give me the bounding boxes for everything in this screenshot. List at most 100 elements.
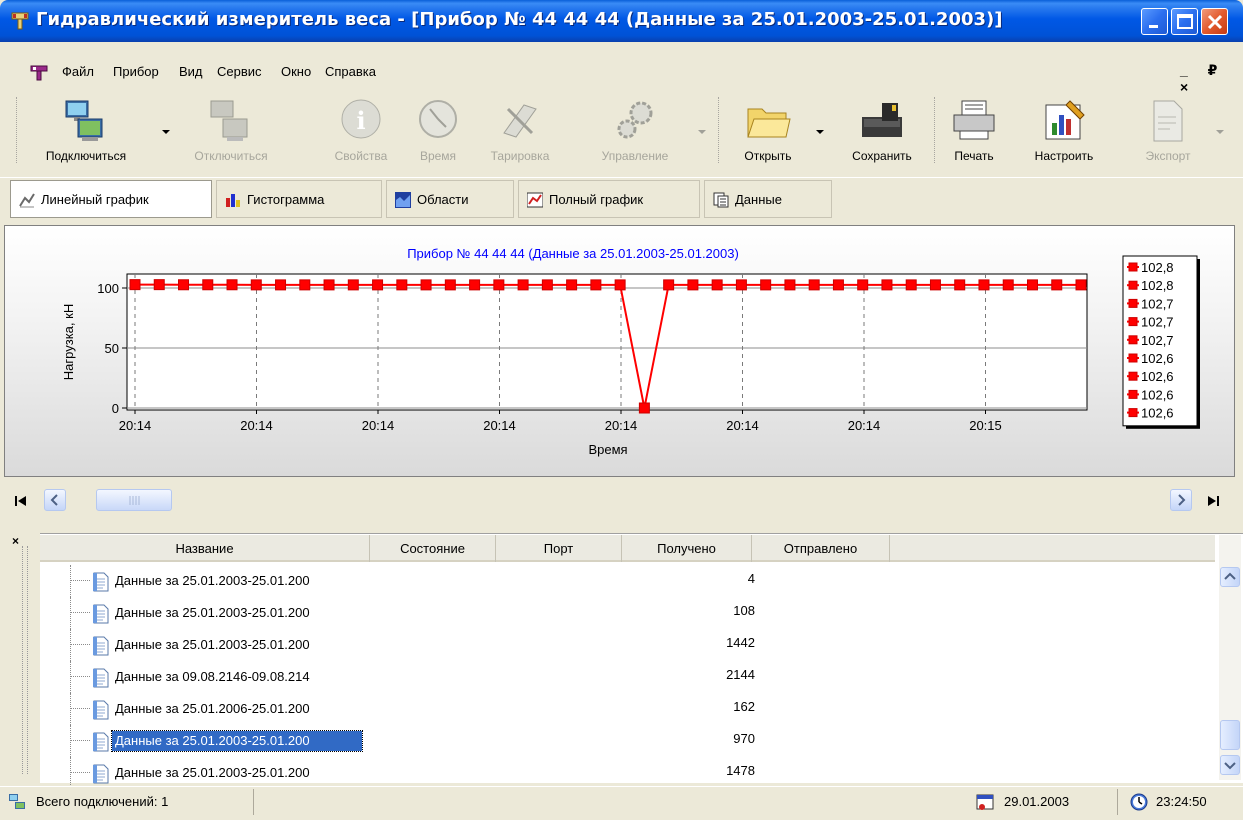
list-row[interactable]: Данные за 25.01.2003-25.01.200 1478 bbox=[40, 757, 1215, 789]
list-dock-grip bbox=[0, 533, 40, 783]
legend-entry: 102,8 bbox=[1141, 278, 1174, 293]
tree-connector bbox=[70, 708, 90, 709]
column-header-name[interactable]: Название bbox=[40, 535, 370, 562]
tab-areas[interactable]: Области bbox=[386, 180, 514, 218]
maximize-button[interactable] bbox=[1171, 8, 1198, 35]
close-button[interactable] bbox=[1201, 8, 1228, 35]
save-button[interactable]: Сохранить bbox=[834, 93, 930, 171]
export-button[interactable]: Экспорт bbox=[1126, 93, 1210, 171]
scroll-down-button[interactable] bbox=[1220, 755, 1240, 775]
scroll-left-button[interactable] bbox=[44, 489, 66, 511]
area-chart-icon bbox=[395, 192, 411, 208]
legend-entry: 102,7 bbox=[1141, 315, 1174, 330]
open-dropdown-arrow[interactable] bbox=[816, 130, 824, 134]
data-point bbox=[396, 279, 408, 291]
menu-device[interactable]: Прибор bbox=[113, 64, 159, 79]
open-button[interactable]: Открыть bbox=[724, 93, 812, 171]
legend-entry: 102,6 bbox=[1141, 369, 1174, 384]
print-button[interactable]: Печать bbox=[940, 93, 1008, 171]
arrow-up-icon bbox=[1224, 572, 1236, 580]
legend-swatch-marker bbox=[1128, 280, 1138, 290]
scroll-thumb[interactable] bbox=[96, 489, 172, 511]
menu-service[interactable]: Сервис bbox=[217, 64, 262, 79]
configure-button[interactable]: Настроить bbox=[1014, 93, 1114, 171]
data-point bbox=[372, 279, 384, 291]
close-pane-icon[interactable]: × bbox=[12, 534, 19, 548]
folder-open-icon bbox=[747, 108, 791, 138]
data-point bbox=[929, 279, 941, 291]
toolbar-separator bbox=[718, 97, 720, 163]
row-name: Данные за 25.01.2003-25.01.200 bbox=[111, 730, 363, 752]
app-icon[interactable] bbox=[10, 11, 30, 31]
data-point bbox=[857, 279, 869, 291]
data-point bbox=[638, 402, 650, 414]
list-row[interactable]: Данные за 25.01.2006-25.01.200 162 bbox=[40, 693, 1215, 725]
list-row[interactable]: Данные за 25.01.2003-25.01.200 970 bbox=[40, 725, 1215, 757]
column-header-received[interactable]: Получено bbox=[622, 535, 752, 562]
menu-view[interactable]: Вид bbox=[179, 64, 203, 79]
drag-handle[interactable] bbox=[22, 546, 28, 774]
connect-dropdown-arrow[interactable] bbox=[162, 130, 170, 134]
tree-connector bbox=[70, 580, 90, 581]
minimize-button[interactable] bbox=[1141, 8, 1168, 35]
menu-window[interactable]: Окно bbox=[281, 64, 311, 79]
tab-full-chart[interactable]: Полный график bbox=[518, 180, 700, 218]
data-point bbox=[1075, 279, 1087, 291]
tab-line-chart[interactable]: Линейный график bbox=[10, 180, 212, 218]
arrow-right-icon bbox=[1178, 494, 1186, 506]
document-app-icon[interactable] bbox=[30, 65, 48, 81]
column-header-state[interactable]: Состояние bbox=[370, 535, 496, 562]
scroll-up-button[interactable] bbox=[1220, 567, 1240, 587]
list-row[interactable]: Данные за 25.01.2003-25.01.200 108 bbox=[40, 597, 1215, 629]
tree-line bbox=[70, 757, 82, 789]
time-button[interactable]: Время bbox=[406, 93, 470, 171]
row-received: 2144 bbox=[726, 667, 755, 682]
data-point bbox=[1002, 279, 1014, 291]
control-dropdown-arrow[interactable] bbox=[698, 130, 706, 134]
toolbar-separator bbox=[934, 97, 936, 163]
status-time: 23:24:50 bbox=[1156, 794, 1207, 809]
document-icon bbox=[93, 732, 109, 752]
save-disk-icon bbox=[862, 103, 902, 137]
scroll-right-button[interactable] bbox=[1170, 489, 1192, 511]
arrow-left-icon bbox=[50, 494, 58, 506]
last-page-icon[interactable] bbox=[1206, 494, 1220, 508]
tab-data[interactable]: Данные bbox=[704, 180, 832, 218]
row-name: Данные за 09.08.2146-09.08.214 bbox=[115, 669, 310, 684]
title-bar[interactable]: Гидравлический измеритель веса - [Прибор… bbox=[0, 0, 1243, 42]
legend-swatch-marker bbox=[1128, 353, 1138, 363]
data-point bbox=[735, 279, 747, 291]
vertical-scroll-thumb[interactable] bbox=[1220, 720, 1240, 750]
data-point bbox=[493, 279, 505, 291]
list-row[interactable]: Данные за 25.01.2003-25.01.200 4 bbox=[40, 565, 1215, 597]
data-point bbox=[590, 279, 602, 291]
menu-help[interactable]: Справка bbox=[325, 64, 376, 79]
first-page-icon[interactable] bbox=[14, 494, 28, 508]
tab-histogram[interactable]: Гистограмма bbox=[216, 180, 382, 218]
data-point bbox=[663, 279, 675, 291]
control-button[interactable]: Управление bbox=[580, 93, 690, 171]
row-name: Данные за 25.01.2003-25.01.200 bbox=[115, 573, 310, 588]
list-row[interactable]: Данные за 09.08.2146-09.08.214 2144 bbox=[40, 661, 1215, 693]
y-tick-label: 0 bbox=[112, 401, 119, 416]
clock-icon bbox=[419, 100, 457, 138]
list-row[interactable]: Данные за 25.01.2003-25.01.200 1442 bbox=[40, 629, 1215, 661]
tree-line bbox=[70, 565, 82, 597]
column-header-port[interactable]: Порт bbox=[496, 535, 622, 562]
export-dropdown-arrow[interactable] bbox=[1216, 130, 1224, 134]
data-point bbox=[444, 279, 456, 291]
menu-file[interactable]: Файл bbox=[62, 64, 94, 79]
scroll-track[interactable] bbox=[70, 489, 96, 511]
y-axis-label: Нагрузка, кН bbox=[61, 304, 76, 380]
properties-button[interactable]: i Свойства bbox=[320, 93, 402, 171]
arrow-down-icon bbox=[1224, 762, 1236, 770]
data-point bbox=[687, 279, 699, 291]
chart-legend[interactable]: 102,8 102,8 102,7 102,7 102,7 102,6 102,6 102,6… bbox=[1122, 255, 1200, 429]
column-header-sent[interactable]: Отправлено bbox=[752, 535, 890, 562]
chart-panel: Прибор № 44 44 44 (Данные за 25.01.2003-… bbox=[4, 225, 1235, 477]
tree-connector bbox=[70, 644, 90, 645]
calibration-button[interactable]: Тарировка bbox=[474, 93, 566, 171]
disconnect-button[interactable]: Отключиться bbox=[186, 93, 276, 171]
connect-button[interactable]: Подключиться bbox=[22, 93, 150, 171]
chart-title: Прибор № 44 44 44 (Данные за 25.01.2003-… bbox=[407, 246, 739, 261]
